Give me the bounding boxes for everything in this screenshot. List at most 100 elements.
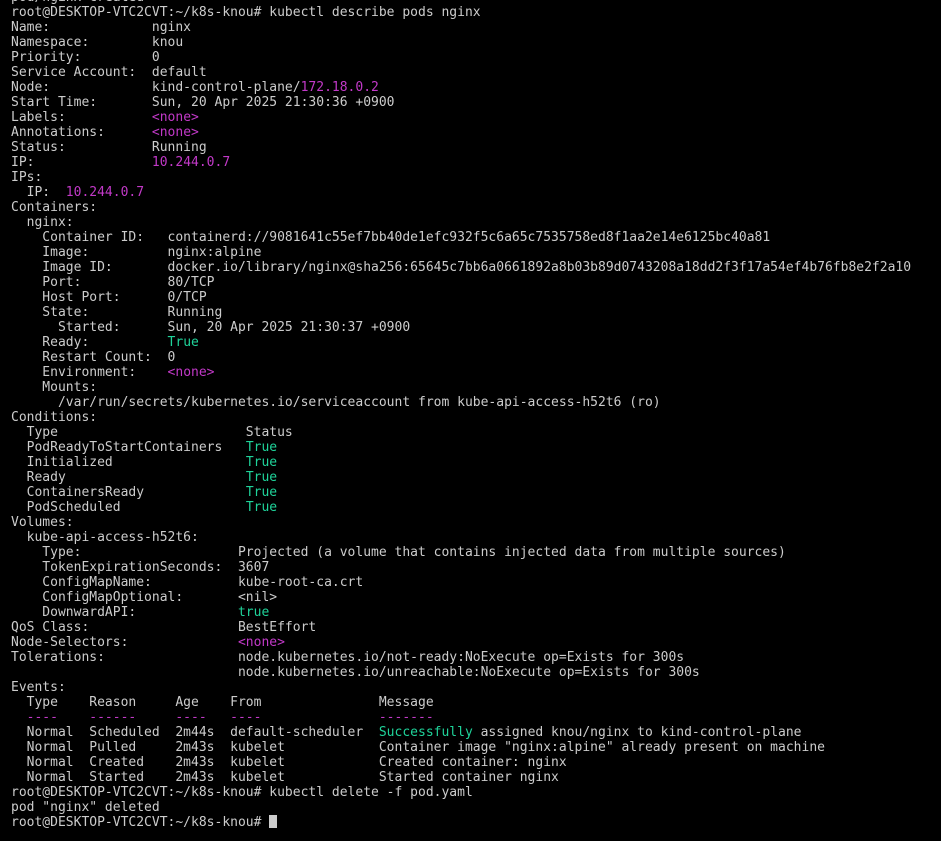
terminal-text: root@DESKTOP-VTC2CVT:~/k8s-knou# kubectl… [11, 5, 481, 20]
terminal-line: Normal Pulled 2m43s kubelet Container im… [11, 740, 941, 755]
terminal-line: Events: [11, 680, 941, 695]
terminal-text: IP: [11, 185, 66, 200]
terminal-line: Priority: 0 [11, 50, 941, 65]
terminal-text: TokenExpirationSeconds: 3607 [11, 560, 270, 575]
terminal-text: ConfigMapOptional: <nil> [11, 590, 278, 605]
terminal-line: Image: nginx:alpine [11, 245, 941, 260]
terminal-line: ---- ------ ---- ---- ------- [11, 710, 941, 725]
terminal-line: Normal Started 2m43s kubelet Started con… [11, 770, 941, 785]
terminal-text: Namespace: knou [11, 35, 184, 50]
terminal-text: Ready [11, 470, 246, 485]
terminal-text: True [245, 440, 278, 455]
terminal-text: Normal Scheduled 2m44s default-scheduler [11, 725, 379, 740]
terminal-line: root@DESKTOP-VTC2CVT:~/k8s-knou# [11, 815, 941, 830]
terminal-line: Host Port: 0/TCP [11, 290, 941, 305]
terminal-line: IPs: [11, 170, 941, 185]
terminal-line: root@DESKTOP-VTC2CVT:~/k8s-knou# kubectl… [11, 785, 941, 800]
terminal-line: node.kubernetes.io/unreachable:NoExecute… [11, 665, 941, 680]
terminal-line: pod "nginx" deleted [11, 800, 941, 815]
terminal-line: Service Account: default [11, 65, 941, 80]
terminal-text: Host Port: 0/TCP [11, 290, 207, 305]
terminal-text: Annotations: [11, 125, 152, 140]
terminal-line: Tolerations: node.kubernetes.io/not-read… [11, 650, 941, 665]
terminal-line: IP: 10.244.0.7 [11, 185, 941, 200]
terminal-text: Volumes: [11, 515, 74, 530]
terminal-text: Normal Created 2m43s kubelet Created con… [11, 755, 567, 770]
terminal-line: nginx: [11, 215, 941, 230]
terminal-line: Annotations: <none> [11, 125, 941, 140]
terminal-text: <none> [151, 110, 199, 125]
terminal-text: Container ID: containerd://9081641c55ef7… [11, 230, 771, 245]
terminal-text: 10.244.0.7 [151, 155, 231, 170]
terminal-text: <none> [167, 365, 215, 380]
terminal-text: True [245, 470, 278, 485]
terminal-text: Conditions: [11, 410, 98, 425]
terminal-text: Events: [11, 680, 66, 695]
terminal-line: Started: Sun, 20 Apr 2025 21:30:37 +0900 [11, 320, 941, 335]
terminal-line: root@DESKTOP-VTC2CVT:~/k8s-knou# kubectl… [11, 5, 941, 20]
terminal-line: ConfigMapName: kube-root-ca.crt [11, 575, 941, 590]
terminal-text: 10.244.0.7 [65, 185, 145, 200]
terminal-line: Conditions: [11, 410, 941, 425]
terminal-text: Restart Count: 0 [11, 350, 176, 365]
terminal-text: PodScheduled [11, 500, 246, 515]
terminal-line: Ready: True [11, 335, 941, 350]
terminal-text: root@DESKTOP-VTC2CVT:~/k8s-knou# kubectl… [11, 785, 473, 800]
terminal-text: Successfully [378, 725, 473, 740]
terminal-line: Node: kind-control-plane/172.18.0.2 [11, 80, 941, 95]
terminal-line: Mounts: [11, 380, 941, 395]
terminal-line: Environment: <none> [11, 365, 941, 380]
terminal-window[interactable]: pod/nginx createdroot@DESKTOP-VTC2CVT:~/… [0, 0, 941, 831]
terminal-line: Normal Created 2m43s kubelet Created con… [11, 755, 941, 770]
terminal-text: PodReadyToStartContainers [11, 440, 246, 455]
terminal-line: Containers: [11, 200, 941, 215]
terminal-text: Type Reason Age From Message [11, 695, 434, 710]
terminal-text: Mounts: [11, 380, 98, 395]
terminal-text: Priority: 0 [11, 50, 160, 65]
terminal-line: kube-api-access-h52t6: [11, 530, 941, 545]
terminal-line: Container ID: containerd://9081641c55ef7… [11, 230, 941, 245]
terminal-text: 172.18.0.2 [300, 80, 379, 95]
terminal-text: True [167, 335, 199, 350]
terminal-line: Status: Running [11, 140, 941, 155]
terminal-text: Image: nginx:alpine [11, 245, 262, 260]
terminal-text: Service Account: default [11, 65, 207, 80]
terminal-line: Normal Scheduled 2m44s default-scheduler… [11, 725, 941, 740]
text-cursor [269, 815, 278, 828]
terminal-text: Environment: [11, 365, 168, 380]
terminal-text: ---- ------ ---- ---- ------- [11, 710, 434, 725]
terminal-line: PodScheduled True [11, 500, 941, 515]
terminal-text: assigned knou/nginx to kind-control-plan… [472, 725, 802, 740]
terminal-text: ConfigMapName: kube-root-ca.crt [11, 575, 364, 590]
terminal-text: Type Status [11, 425, 293, 440]
terminal-line: QoS Class: BestEffort [11, 620, 941, 635]
terminal-line: Name: nginx [11, 20, 941, 35]
terminal-text: Labels: [11, 110, 152, 125]
terminal-line: Port: 80/TCP [11, 275, 941, 290]
terminal-line: Ready True [11, 470, 941, 485]
terminal-text: Image ID: docker.io/library/nginx@sha256… [11, 260, 912, 275]
terminal-text: kube-api-access-h52t6: [11, 530, 199, 545]
terminal-text: IPs: [11, 170, 43, 185]
terminal-text: true [237, 605, 270, 620]
terminal-text: pod "nginx" deleted [11, 800, 160, 815]
terminal-line: ContainersReady True [11, 485, 941, 500]
terminal-line: Initialized True [11, 455, 941, 470]
terminal-text: root@DESKTOP-VTC2CVT:~/k8s-knou# [11, 815, 270, 830]
terminal-text: State: Running [11, 305, 223, 320]
terminal-text: node.kubernetes.io/unreachable:NoExecute… [11, 665, 700, 680]
terminal-line: PodReadyToStartContainers True [11, 440, 941, 455]
terminal-line: Type Status [11, 425, 941, 440]
terminal-text: Normal Started 2m43s kubelet Started con… [11, 770, 559, 785]
terminal-text: ContainersReady [11, 485, 246, 500]
terminal-text: Started: Sun, 20 Apr 2025 21:30:37 +0900 [11, 320, 411, 335]
terminal-text: Start Time: Sun, 20 Apr 2025 21:30:36 +0… [11, 95, 395, 110]
terminal-text: <none> [151, 125, 199, 140]
terminal-text: Tolerations: node.kubernetes.io/not-read… [11, 650, 685, 665]
terminal-line: Restart Count: 0 [11, 350, 941, 365]
terminal-text: Port: 80/TCP [11, 275, 215, 290]
terminal-text: True [245, 485, 278, 500]
terminal-text: Ready: [11, 335, 168, 350]
terminal-line: Volumes: [11, 515, 941, 530]
terminal-text: True [245, 500, 278, 515]
